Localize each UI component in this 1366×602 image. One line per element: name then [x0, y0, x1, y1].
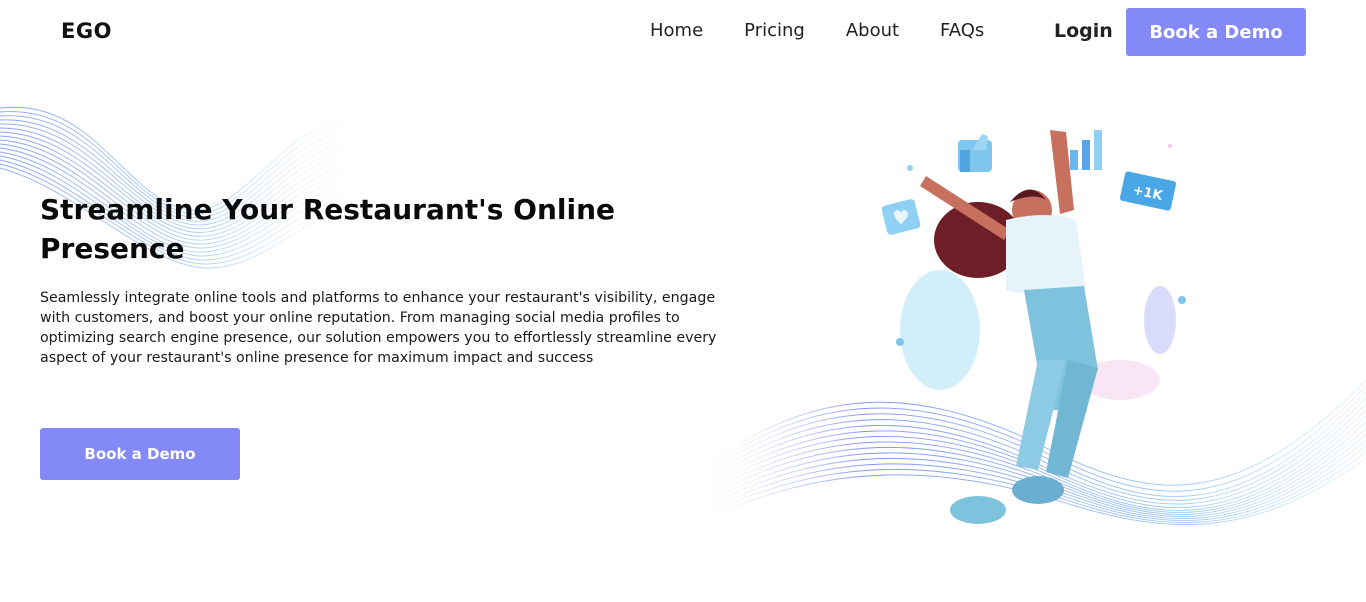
blob-shape [900, 270, 980, 390]
login-link[interactable]: Login [1054, 20, 1113, 42]
plus-1k-badge: +1K [1120, 171, 1176, 211]
sparkle-dot [907, 165, 913, 171]
sparkle-dot [1178, 296, 1186, 304]
blob-shape [1144, 286, 1176, 354]
nav-link-pricing[interactable]: Pricing [744, 20, 805, 41]
thumbs-up-icon [958, 134, 992, 172]
book-demo-hero-button[interactable]: Book a Demo [40, 428, 240, 480]
nav-link-home[interactable]: Home [650, 20, 703, 41]
nav-link-faqs[interactable]: FAQs [940, 20, 984, 41]
hero-illustration: +1K [881, 130, 1186, 524]
top-navbar: EGO Home Pricing About FAQs Login Book a… [0, 0, 1366, 64]
sparkle-dot [1168, 144, 1172, 148]
hero-title: Streamline Your Restaurant's Online Pres… [40, 193, 616, 265]
heart-icon [881, 199, 921, 235]
brand-logo[interactable]: EGO [61, 19, 112, 43]
bar-chart-icon [1070, 130, 1102, 170]
book-demo-nav-button[interactable]: Book a Demo [1126, 8, 1306, 56]
nav-link-about[interactable]: About [846, 20, 899, 41]
hero-description: Seamlessly integrate online tools and pl… [40, 290, 717, 366]
nav-links: Home Pricing About FAQs [650, 20, 1025, 41]
sparkle-dot [896, 338, 904, 346]
